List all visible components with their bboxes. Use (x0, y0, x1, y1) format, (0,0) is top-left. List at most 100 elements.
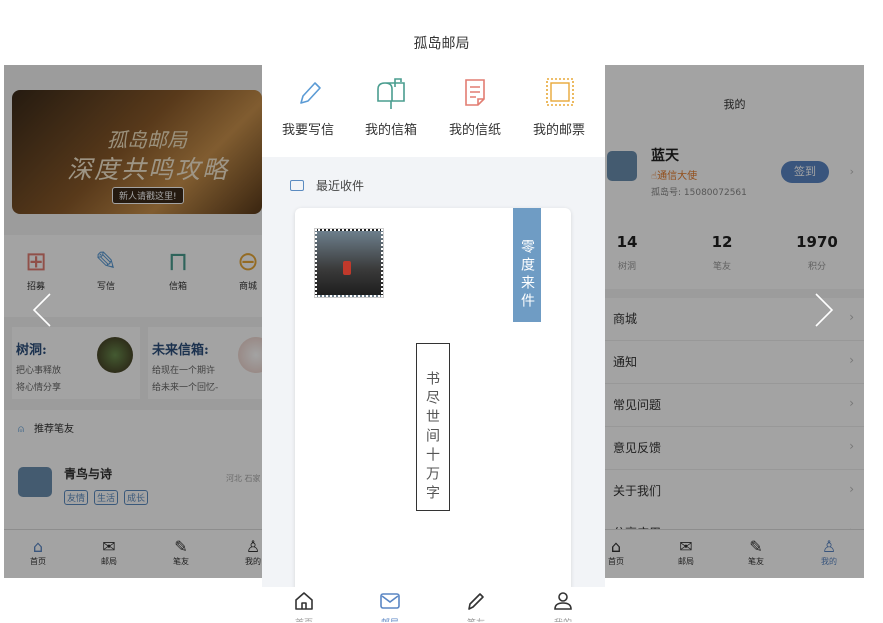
letter-stamp (315, 229, 383, 297)
recommend-label: 推荐笔友 (34, 424, 74, 435)
chevron-left-icon[interactable] (30, 290, 54, 340)
menu-label: 关于我们 (613, 484, 662, 498)
nav-label: 邮局 (365, 616, 415, 622)
nav-post[interactable]: ✉ 邮局 (84, 538, 134, 567)
nav-label: 首页 (30, 557, 46, 566)
future-mailbox-card[interactable]: 未来信箱: 给现在一个期许 给未来一个回忆- (148, 327, 262, 399)
avatar (607, 151, 637, 181)
grid-item-write[interactable]: ✎ 写信 (76, 245, 136, 292)
stamp-icon (546, 78, 574, 106)
nav-friends[interactable]: ✎ 笔友 (731, 538, 781, 567)
letter-card[interactable]: 零度来件 书尽世间十万字 (295, 208, 571, 623)
card-line: 将心情分享 (16, 383, 62, 393)
nav-home[interactable]: 首页 (279, 590, 329, 622)
mailbox-icon: ⊓ (167, 247, 189, 277)
nav-mine[interactable]: ♙ 我的 (228, 538, 262, 567)
user-badge: ☝通信大使 (651, 167, 697, 182)
chevron-right-icon: › (849, 396, 854, 410)
recommend-title: ⍝ 推荐笔友 (18, 420, 74, 435)
recent-inbox-header: 最近收件 (290, 177, 364, 194)
pencil-icon (300, 82, 321, 104)
nav-label: 我的 (821, 557, 837, 566)
user-icon: ♙ (821, 537, 837, 556)
page-title: 孤岛邮局 (413, 36, 470, 52)
friend-tag: 成长 (124, 490, 149, 505)
chevron-right-icon[interactable] (812, 290, 836, 340)
stat-label: 笔友 (712, 262, 731, 272)
stat-points[interactable]: 1970 积分 (777, 233, 857, 272)
friend-name[interactable]: 青鸟与诗 (64, 465, 112, 482)
stat-friends[interactable]: 12 笔友 (682, 233, 762, 272)
nav-home[interactable]: ⌂ 首页 (605, 538, 641, 567)
friend-tag: 友情 (64, 490, 89, 505)
chevron-right-icon: › (849, 310, 854, 324)
card-title: 树洞: (16, 343, 47, 358)
mail-icon: ✉ (102, 537, 116, 556)
banner-subtitle: 深度共鸣攻略 (67, 155, 230, 184)
card-title: 未来信箱: (152, 343, 209, 358)
nav-mine[interactable]: 我的 (538, 590, 588, 622)
nav-friends[interactable]: 笔友 (451, 590, 501, 622)
menu-label: 通知 (613, 355, 638, 369)
future-mailbox-image (238, 337, 262, 373)
user-icon: ♙ (245, 537, 261, 556)
mail-icon (380, 593, 400, 609)
write-letter-button[interactable]: 我要写信 (265, 75, 351, 138)
shop-icon: ⊖ (237, 247, 259, 277)
nav-label: 我的 (245, 557, 261, 566)
stat-value: 12 (711, 233, 733, 251)
grid-label: 信箱 (168, 282, 187, 292)
menu-notice[interactable]: 通知 › (605, 341, 864, 384)
guide-banner[interactable]: 孤岛邮局 深度共鸣攻略 新人请戳这里! (12, 90, 262, 214)
menu-label: 常见问题 (613, 398, 662, 412)
profile-card[interactable]: 蓝天 ☝通信大使 孤岛号: 15080072561 签到 › (605, 121, 864, 217)
mail-icon: ✉ (679, 537, 693, 556)
nav-post[interactable]: 邮局 (365, 590, 415, 622)
stat-value: 14 (616, 233, 638, 251)
menu-faq[interactable]: 常见问题 › (605, 384, 864, 427)
nav-mine[interactable]: ♙ 我的 (804, 538, 854, 567)
menu-feedback[interactable]: 意见反馈 › (605, 427, 864, 470)
menu-label: 商城 (613, 312, 638, 326)
friend-tag: 生活 (94, 490, 119, 505)
grid-label: 写信 (96, 282, 115, 292)
home-icon: ⌂ (610, 537, 622, 556)
post-office-screen: 我要写信 我的信箱 我的信纸 我的邮票 最近收件 零度来件 书尽世间十万字 首页 (262, 65, 605, 623)
grid-label: 商城 (238, 282, 257, 292)
my-letter-paper-button[interactable]: 我的信纸 (432, 75, 518, 138)
pencil-icon: ✎ (749, 537, 763, 556)
nav-post[interactable]: ✉ 邮局 (661, 538, 711, 567)
banner-tag[interactable]: 新人请戳这里! (112, 187, 184, 204)
grid-item-mailbox[interactable]: ⊓ 信箱 (148, 245, 208, 292)
envelope-icon (290, 180, 304, 191)
pencil-icon: ✎ (174, 537, 188, 556)
pencil-icon: ✎ (95, 247, 117, 277)
stat-label: 树洞 (617, 262, 636, 272)
nav-label: 我的 (538, 616, 588, 622)
card-line: 给现在一个期许 (152, 366, 216, 376)
nav-label: 笔友 (748, 557, 764, 566)
menu-about[interactable]: 关于我们 › (605, 470, 864, 513)
bottom-nav: ⌂ 首页 ✉ 邮局 ✎ 笔友 ♙ 我的 (4, 529, 262, 578)
menu-label: 意见反馈 (613, 441, 662, 455)
my-mailbox-button[interactable]: 我的信箱 (348, 75, 434, 138)
nav-friends[interactable]: ✎ 笔友 (156, 538, 206, 567)
profile-header: 我的 (605, 65, 864, 121)
nav-label: 邮局 (101, 557, 117, 566)
grid-item-recruit[interactable]: ⊞ 招募 (6, 245, 66, 292)
recruit-icon: ⊞ (25, 247, 47, 277)
my-stamps-button[interactable]: 我的邮票 (516, 75, 602, 138)
grid-item-shop[interactable]: ⊖ 商城 (218, 245, 262, 292)
card-line: 把心事释放 (16, 366, 62, 376)
stat-value: 1970 (796, 233, 838, 251)
bottom-nav: 首页 邮局 笔友 我的 (262, 587, 605, 623)
chevron-right-icon: › (849, 482, 854, 496)
nav-home[interactable]: ⌂ 首页 (13, 538, 63, 567)
badge-label: 通信大使 (657, 171, 698, 182)
signin-button[interactable]: 签到 (781, 161, 829, 183)
nav-label: 首页 (279, 616, 329, 622)
stat-tree-hole[interactable]: 14 树洞 (605, 233, 667, 272)
nav-label: 邮局 (678, 557, 694, 566)
card-line: 给未来一个回忆- (152, 383, 219, 393)
home-icon (295, 592, 313, 610)
